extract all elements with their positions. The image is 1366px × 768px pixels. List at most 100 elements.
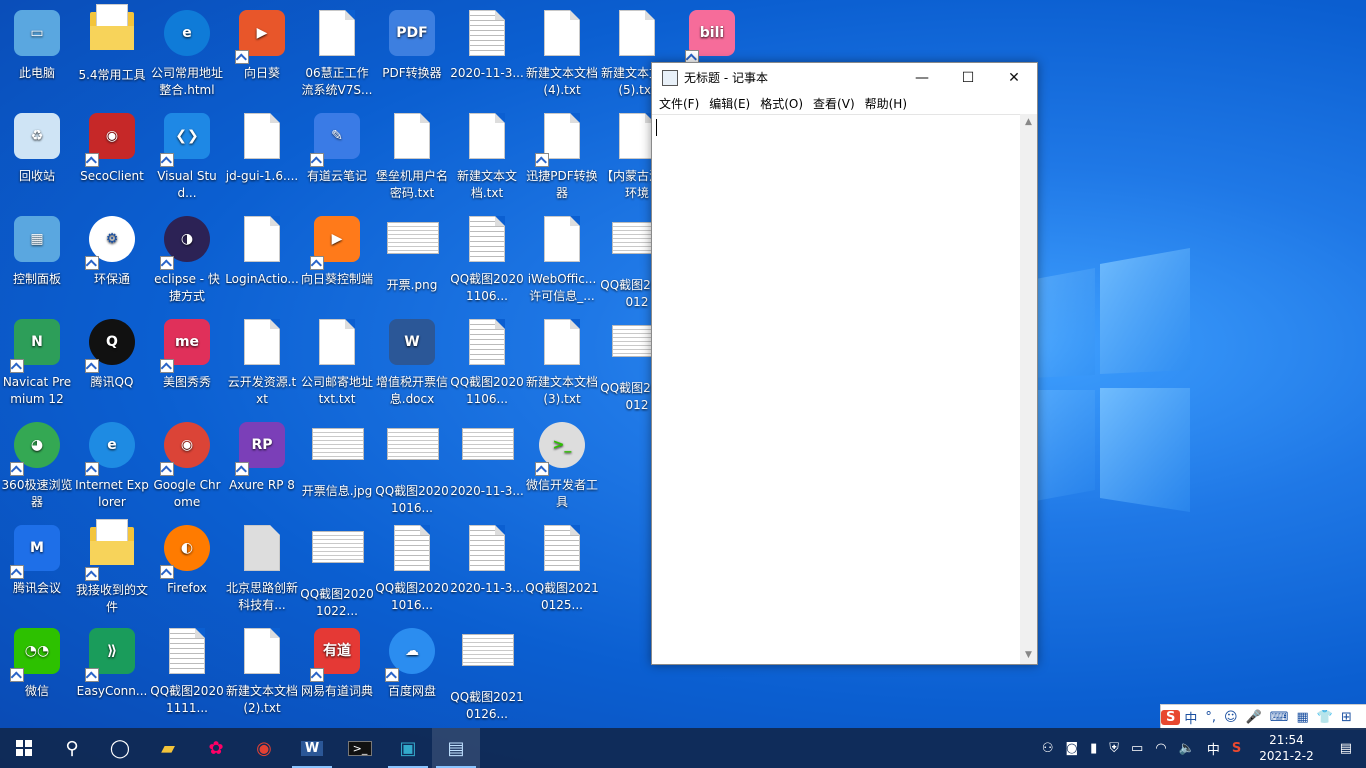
minimize-button[interactable]: — [899,63,945,92]
desktop-icon[interactable]: QQ截图20201111... [150,622,224,722]
sogou-ime-icon[interactable]: S [1161,709,1181,725]
desktop-icon[interactable]: PDF PDF转换器 [375,4,449,104]
desktop-icon[interactable]: 新建文本文档 (4).txt [525,4,599,104]
ime-punct-toggle[interactable]: °, [1201,710,1220,725]
search-button[interactable]: ⚲ [48,728,96,768]
desktop-icon[interactable]: ⚙ 环保通 [75,210,149,310]
notepad-window[interactable]: 无标题 - 记事本 — ☐ ✕ 文件(F) 编辑(E) 格式(O) 查看(V) … [651,62,1038,665]
taskbar-color-app[interactable]: ✿ [192,728,240,768]
menu-grid-icon[interactable]: ⊞ [1337,710,1356,725]
desktop-icon[interactable]: LoginActio... [225,210,299,310]
desktop-icon[interactable]: 开票信息.jpg [300,416,374,516]
desktop-icon[interactable]: QQ截图20201022... [300,519,374,619]
menu-format[interactable]: 格式(O) [755,95,808,112]
desktop-icon[interactable]: ◑ eclipse - 快捷方式 [150,210,224,310]
desktop-icon[interactable]: ▶ 向日葵 [225,4,299,104]
desktop-icon[interactable]: QQ截图20201106... [450,210,524,310]
desktop-icon[interactable]: 云开发资源.txt [225,313,299,413]
desktop-icon[interactable]: ✎ 有道云笔记 [300,107,374,207]
desktop-icon[interactable]: >_ 微信开发者工具 [525,416,599,516]
desktop-icon[interactable]: Q 腾讯QQ [75,313,149,413]
desktop-icon[interactable]: ◐ Firefox [150,519,224,619]
desktop-icon[interactable]: jd-gui-1.6.... [225,107,299,207]
desktop-icon[interactable]: 新建文本文档 (3).txt [525,313,599,413]
ime-toolbar[interactable]: S 中 °, ☺ 🎤 ⌨ ▦ 👕 ⊞ [1160,704,1366,730]
desktop-icon[interactable]: QQ截图20201016... [375,519,449,619]
desktop-icon[interactable]: 有道 网易有道词典 [300,622,374,722]
taskbar-file-explorer[interactable]: ▰ [144,728,192,768]
start-button[interactable] [0,728,48,768]
desktop-icon[interactable]: ◉ SecoClient [75,107,149,207]
taskbar-word[interactable]: W [288,728,336,768]
desktop-icon[interactable]: ⟫ EasyConn... [75,622,149,722]
desktop-icon[interactable]: ◔◔ 微信 [0,622,74,722]
ime-mode-toggle[interactable]: 中 [1180,708,1201,727]
desktop-icon[interactable]: ☁ 百度网盘 [375,622,449,722]
desktop-icon[interactable]: 新建文本文档 (2).txt [225,622,299,722]
desktop-icon[interactable]: QQ截图20201106... [450,313,524,413]
desktop-icon[interactable]: M 腾讯会议 [0,519,74,619]
desktop-icon[interactable]: RP Axure RP 8 [225,416,299,516]
mic-tray-icon[interactable]: ▮ [1084,741,1103,756]
notepad-titlebar[interactable]: 无标题 - 记事本 — ☐ ✕ [652,63,1037,92]
volume-icon[interactable]: 🔈 [1173,741,1201,756]
keyboard-icon[interactable]: ⌨ [1266,710,1293,725]
menu-file[interactable]: 文件(F) [654,95,704,112]
desktop-icon[interactable]: 新建文本文档.txt [450,107,524,207]
scroll-down-arrow-icon[interactable]: ▼ [1020,647,1037,664]
clock[interactable]: 21:54 2021-2-2 [1247,732,1325,764]
wifi-icon[interactable]: ◠ [1149,741,1172,756]
desktop-icon[interactable]: 06慧正工作流系统V7S... [300,4,374,104]
battery-icon[interactable]: ▭ [1125,741,1149,756]
desktop-icon[interactable]: 我接收到的文件 [75,519,149,619]
taskbar-terminal[interactable]: >_ [336,728,384,768]
desktop-icon[interactable]: me 美图秀秀 [150,313,224,413]
security-shield-icon[interactable]: ⛨ [1103,741,1125,756]
people-icon[interactable]: ⚇ [1036,741,1060,756]
desktop-icon[interactable]: ◕ 360极速浏览器 [0,416,74,516]
sogou-tray-icon[interactable]: S [1226,741,1247,756]
task-view-button[interactable]: ◯ [96,728,144,768]
desktop-icon[interactable]: ◉ Google Chrome [150,416,224,516]
desktop-icon[interactable]: ❮❯ Visual Stud... [150,107,224,207]
close-button[interactable]: ✕ [991,63,1037,92]
desktop-icon[interactable]: ▦ 控制面板 [0,210,74,310]
notepad-text-area[interactable] [652,114,1020,664]
recorder-icon[interactable]: ◙ [1059,741,1084,756]
desktop-icon[interactable]: 开票.png [375,210,449,310]
desktop-icon[interactable]: ▭ 此电脑 [0,4,74,104]
taskbar-meeting[interactable]: ▣ [384,728,432,768]
taskbar-notepad[interactable]: ▤ [432,728,480,768]
desktop-icon[interactable]: QQ截图20201016... [375,416,449,516]
desktop-icon[interactable]: N Navicat Premium 12 [0,313,74,413]
scroll-up-arrow-icon[interactable]: ▲ [1020,114,1037,131]
notification-center-icon[interactable]: ▤ [1326,741,1366,756]
desktop-icon[interactable]: 2020-11-3... [450,4,524,104]
vertical-scrollbar[interactable]: ▲ ▼ [1020,114,1037,664]
desktop-icon[interactable]: W 增值税开票信息.docx [375,313,449,413]
desktop-icon[interactable]: QQ截图20210126... [450,622,524,722]
tools-icon[interactable]: ▦ [1293,710,1313,725]
input-language[interactable]: 中 [1201,739,1226,758]
desktop-icon[interactable]: 堡垒机用户名密码.txt [375,107,449,207]
desktop-icon[interactable]: iWebOffic...许可信息_... [525,210,599,310]
menu-view[interactable]: 查看(V) [808,95,860,112]
desktop-icon[interactable]: 5.4常用工具 [75,4,149,104]
desktop-icon[interactable]: 2020-11-3... [450,519,524,619]
emoji-icon[interactable]: ☺ [1220,710,1242,725]
desktop-icon[interactable]: 迅捷PDF转换器 [525,107,599,207]
desktop-icon[interactable]: QQ截图20210125... [525,519,599,619]
skin-icon[interactable]: 👕 [1313,710,1337,725]
taskbar-chrome[interactable]: ◉ [240,728,288,768]
menu-edit[interactable]: 编辑(E) [704,95,755,112]
desktop-icon[interactable]: e Internet Explorer [75,416,149,516]
desktop-icon[interactable]: 北京思路创新科技有... [225,519,299,619]
maximize-button[interactable]: ☐ [945,63,991,92]
desktop-icon[interactable]: 公司邮寄地址txt.txt [300,313,374,413]
desktop-icon[interactable]: ♻ 回收站 [0,107,74,207]
desktop-icon[interactable]: ▶ 向日葵控制端 [300,210,374,310]
desktop-icon[interactable]: 2020-11-3... [450,416,524,516]
desktop-icon[interactable]: e 公司常用地址整合.html [150,4,224,104]
menu-help[interactable]: 帮助(H) [860,95,912,112]
microphone-icon[interactable]: 🎤 [1242,710,1266,725]
